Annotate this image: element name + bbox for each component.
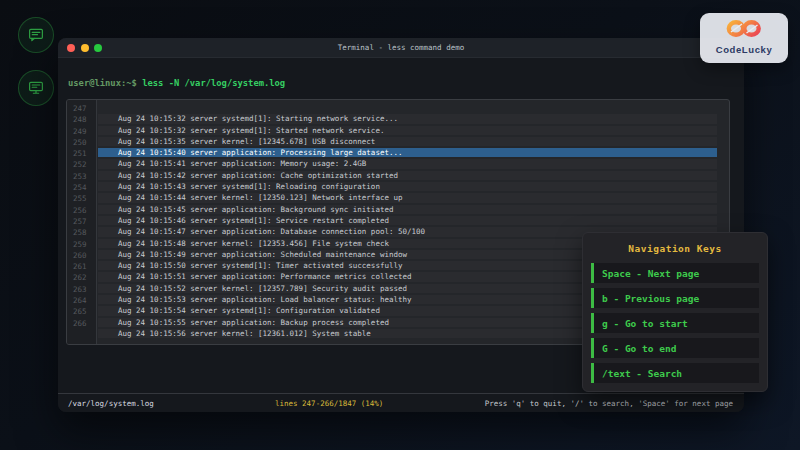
message-square-icon	[27, 26, 45, 44]
infinity-logo-icon	[721, 18, 767, 39]
window-title: Terminal - less command demo	[58, 38, 744, 58]
line-number-gutter: 2472482492502512522532542552562572582592…	[67, 100, 97, 344]
prompt-user: user@linux:~$	[68, 78, 137, 88]
line-number: 254	[67, 182, 96, 193]
line-number: 264	[67, 295, 96, 306]
status-line-position: lines 247-266/1847 (14%)	[275, 399, 383, 408]
terminal-titlebar: Terminal - less command demo	[58, 38, 744, 58]
status-file-path: /var/log/system.log	[68, 399, 154, 408]
line-number: 263	[67, 284, 96, 295]
monitor-icon	[27, 79, 45, 97]
line-number: 249	[67, 126, 96, 137]
log-line: Aug 24 10:15:43 server systemd[1]: Reloa…	[98, 182, 717, 193]
log-line: Aug 24 10:15:35 server kernel: [12345.67…	[98, 137, 717, 148]
navigation-keys-title: Navigation Keys	[591, 243, 759, 254]
line-number: 265	[67, 306, 96, 317]
line-number: 251	[67, 148, 96, 159]
nav-key-item: /text - Search	[591, 363, 759, 383]
nav-key-item: G - Go to end	[591, 338, 759, 358]
navigation-keys-panel: Navigation Keys Space - Next page b - Pre…	[582, 232, 768, 392]
log-line: Aug 24 10:15:45 server application: Back…	[98, 205, 717, 216]
log-line: Aug 24 10:15:41 server application: Memo…	[98, 159, 717, 170]
line-number: 261	[67, 261, 96, 272]
prompt-command: less -N /var/log/system.log	[142, 78, 285, 88]
line-number: 247	[67, 103, 96, 114]
line-number: 259	[67, 239, 96, 250]
log-line: Aug 24 10:15:32 server systemd[1]: Start…	[98, 126, 717, 137]
status-help-text: Press 'q' to quit, '/' to search, 'Space…	[485, 399, 733, 408]
line-number: 257	[67, 216, 96, 227]
line-number: 255	[67, 193, 96, 204]
brand-name: CodeLucky	[700, 44, 788, 55]
line-number: 258	[67, 227, 96, 238]
line-number: 256	[67, 205, 96, 216]
log-line: Aug 24 10:15:44 server kernel: [12350.12…	[98, 193, 717, 204]
codelucky-logo-card: CodeLucky	[700, 13, 788, 63]
nav-key-item: b - Previous page	[591, 288, 759, 308]
line-number: 262	[67, 272, 96, 283]
line-number: 260	[67, 250, 96, 261]
log-line-highlighted: Aug 24 10:15:40 server application: Proc…	[98, 148, 717, 159]
nav-key-item: Space - Next page	[591, 263, 759, 283]
log-line: Aug 24 10:15:46 server systemd[1]: Servi…	[98, 216, 717, 227]
log-line: Aug 24 10:15:32 server systemd[1]: Start…	[98, 114, 717, 125]
navigation-keys-list: Space - Next page b - Previous page g - Go…	[591, 263, 759, 383]
line-number: 252	[67, 159, 96, 170]
terminal-prompt[interactable]: user@linux:~$ less -N /var/log/system.lo…	[68, 78, 285, 88]
nav-key-item: g - Go to start	[591, 313, 759, 333]
line-number: 266	[67, 318, 96, 329]
line-number: 250	[67, 137, 96, 148]
log-line: Aug 24 10:15:42 server application: Cach…	[98, 171, 717, 182]
line-number: 248	[67, 114, 96, 125]
chat-message-icon-button[interactable]	[18, 17, 54, 53]
monitor-icon-button[interactable]	[18, 70, 54, 106]
less-status-bar: /var/log/system.log lines 247-266/1847 (…	[58, 393, 744, 412]
line-number: 253	[67, 171, 96, 182]
